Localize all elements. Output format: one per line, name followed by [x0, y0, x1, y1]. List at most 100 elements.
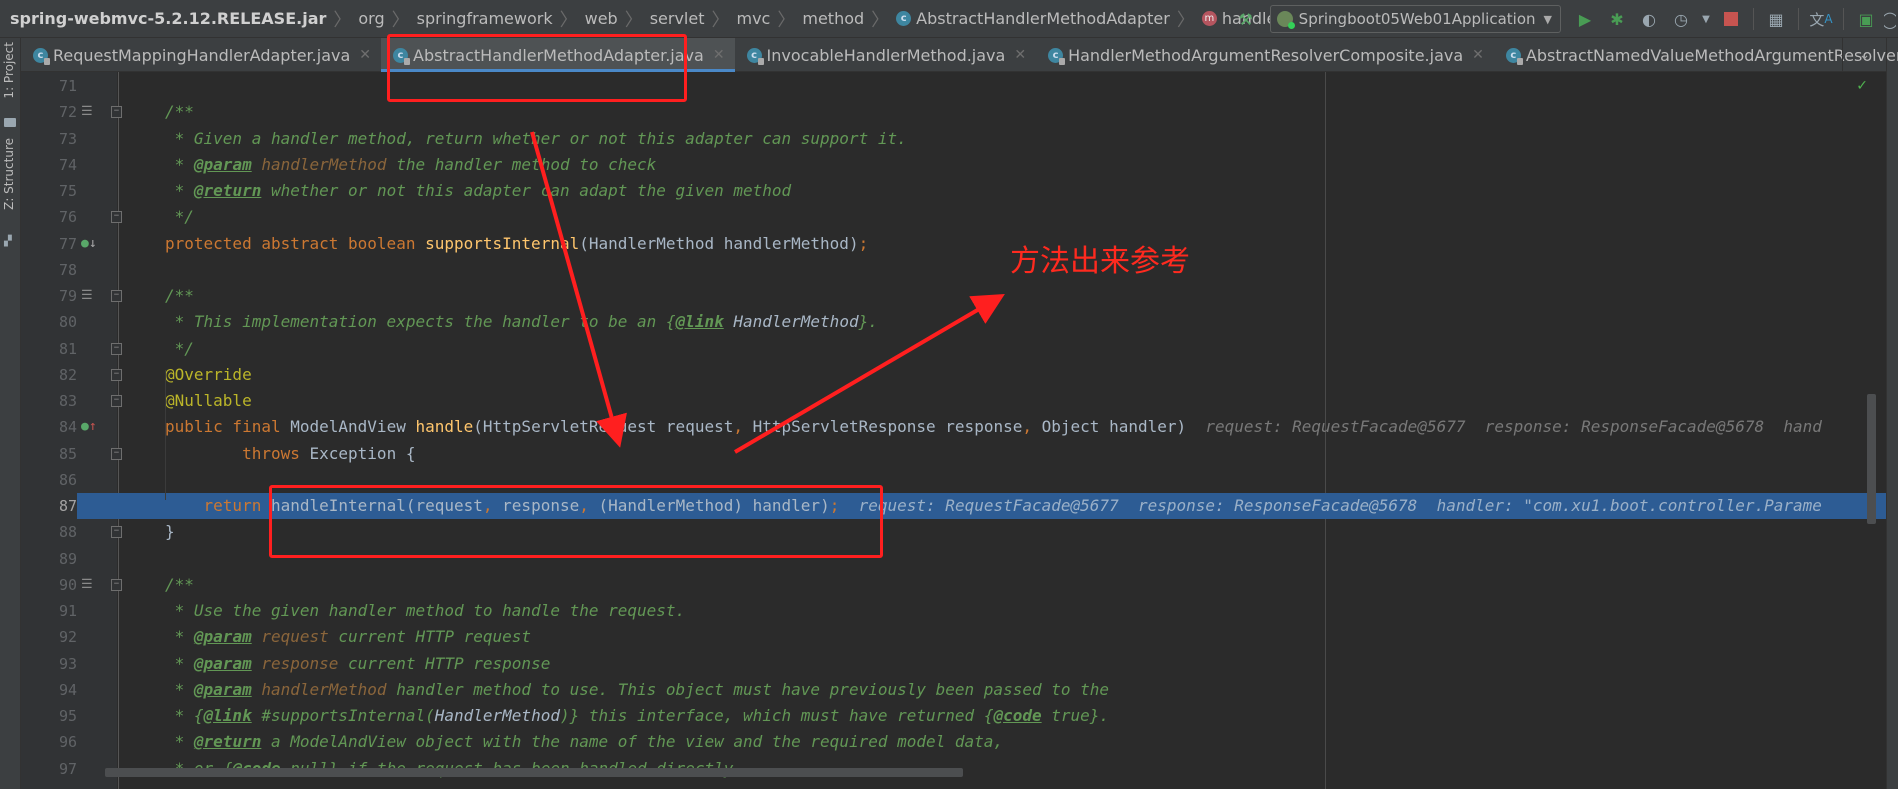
- code-line: 71: [21, 73, 1886, 99]
- translate-icon[interactable]: 文A: [1807, 5, 1835, 33]
- keyword: throws: [165, 443, 310, 463]
- structure-tool-tab[interactable]: Z: Structure: [2, 138, 16, 210]
- code-punct: ,: [579, 496, 589, 515]
- terminal-icon[interactable]: ▣: [1852, 5, 1880, 33]
- chevron-down-icon: ⌄: [1858, 47, 1871, 63]
- doc-comment: */: [165, 338, 194, 358]
- fold-marker[interactable]: −: [111, 211, 122, 224]
- profile-icon[interactable]: ◷: [1667, 5, 1695, 33]
- tab-request-mapping-handler-adapter[interactable]: c RequestMappingHandlerAdapter.java ✕: [21, 38, 381, 72]
- code-punct: ;: [829, 496, 840, 515]
- code-editor[interactable]: ✓ 71 72 ☰ −/** 73 * Given a handler method…: [21, 72, 1886, 789]
- horizontal-scrollbar[interactable]: [105, 768, 963, 777]
- doc-comment: * This implementation expects the handle…: [165, 312, 676, 332]
- folder-icon: [4, 118, 16, 127]
- search-icon[interactable]: ◯: [1884, 5, 1896, 33]
- fold-marker[interactable]: −: [111, 526, 122, 539]
- breadcrumb-org[interactable]: org: [358, 9, 384, 28]
- project-tool-tab[interactable]: 1: Project: [2, 42, 16, 99]
- doc-comment: a ModelAndView object with the name of t…: [261, 732, 1004, 752]
- fold-marker[interactable]: −: [111, 106, 122, 119]
- tab-abstract-named-value-method-argument-resolver[interactable]: c AbstractNamedValueMethodArgumentResolv…: [1494, 38, 1898, 72]
- doc-tag: @code: [993, 706, 1042, 725]
- code-line: 90 ☰ − /**: [21, 572, 1886, 598]
- chevron-down-icon[interactable]: ▼: [1699, 5, 1713, 33]
- breadcrumb-separator: 〉: [711, 9, 730, 31]
- line-number: 78: [58, 260, 77, 279]
- fold-marker[interactable]: −: [111, 342, 122, 355]
- spring-boot-icon: [1276, 11, 1295, 29]
- project-structure-icon[interactable]: ▦: [1762, 5, 1790, 33]
- fold-marker[interactable]: −: [111, 368, 122, 381]
- line-number: 80: [58, 313, 77, 332]
- doc-tag: @param: [193, 653, 252, 673]
- doc-comment: true}.: [1041, 706, 1110, 725]
- close-icon[interactable]: ✕: [1014, 47, 1026, 63]
- keyword: public final: [165, 417, 291, 437]
- code-line: 94 * @param handlerMethod handler method…: [21, 677, 1886, 703]
- tab-invocable-handler-method[interactable]: c InvocableHandlerMethod.java ✕: [735, 38, 1037, 72]
- doc-comment: */: [165, 207, 194, 227]
- fold-marker[interactable]: −: [111, 447, 122, 460]
- breadcrumb-springframework[interactable]: springframework: [417, 9, 553, 28]
- breadcrumb-separator: 〉: [391, 9, 410, 31]
- code-line: 84 ●↑ public final ModelAndView handle(Htt…: [21, 414, 1886, 440]
- code-punct: ,: [1022, 417, 1032, 437]
- breadcrumb-servlet[interactable]: servlet: [650, 9, 705, 28]
- stop-icon[interactable]: [1717, 5, 1745, 33]
- doc-comment: * {: [165, 706, 204, 725]
- doc-comment: )} this interface, which must have retur…: [559, 706, 994, 725]
- code-line: 72 ☰ − /**: [21, 99, 1886, 125]
- code-line: 78: [21, 257, 1886, 283]
- tab-abstract-handler-method-adapter[interactable]: c AbstractHandlerMethodAdapter.java ✕: [381, 38, 735, 72]
- implemented-down-icon[interactable]: ●↓: [81, 231, 97, 257]
- tab-handler-method-argument-resolver-composite[interactable]: c HandlerMethodArgumentResolverComposite…: [1036, 38, 1494, 72]
- breadcrumb-separator: 〉: [871, 9, 890, 31]
- doc-comment: * Given a handler method, return whether…: [165, 128, 907, 148]
- code-punct: ;: [858, 233, 869, 253]
- code-text: (HandlerMethod) handler): [588, 496, 830, 515]
- tab-label: RequestMappingHandlerAdapter.java: [53, 45, 351, 65]
- doc-comment: handler method to use. This object must …: [386, 679, 1110, 699]
- method-name: handle: [415, 417, 474, 437]
- doc-reference: HandlerMethod: [434, 706, 560, 725]
- doc-comment: /**: [165, 102, 194, 122]
- code-text: handleInternal(request: [270, 496, 483, 515]
- code-text: (HttpServletRequest request: [473, 417, 734, 437]
- breadcrumb-method[interactable]: method: [802, 9, 864, 28]
- run-configuration-label: Springboot05Web01Application: [1298, 10, 1536, 28]
- breadcrumb-web[interactable]: web: [585, 9, 618, 28]
- fold-marker[interactable]: −: [111, 290, 122, 302]
- vertical-scrollbar[interactable]: [1867, 394, 1876, 524]
- toolbar-divider: [1798, 8, 1799, 30]
- doc-render-icon[interactable]: ☰: [81, 572, 93, 598]
- coverage-icon[interactable]: ◐: [1635, 5, 1663, 33]
- close-icon[interactable]: ✕: [359, 47, 371, 63]
- line-number: 74: [58, 155, 77, 174]
- line-number: 88: [58, 523, 77, 542]
- line-number: 90: [58, 575, 77, 594]
- keyword: protected abstract boolean: [165, 233, 426, 253]
- tabs-overflow-button[interactable]: ⌄: [1842, 38, 1886, 72]
- close-icon[interactable]: ✕: [713, 47, 725, 63]
- close-icon[interactable]: ✕: [1472, 47, 1484, 63]
- breadcrumb-mvc[interactable]: mvc: [737, 9, 771, 28]
- doc-tag: @return: [193, 181, 262, 200]
- breadcrumb-separator: 〉: [1176, 9, 1195, 31]
- overrides-up-icon[interactable]: ●↑: [81, 414, 97, 440]
- hammer-icon[interactable]: ⚒: [1232, 5, 1260, 33]
- run-configuration-select[interactable]: Springboot05Web01Application ▼: [1269, 5, 1561, 33]
- debug-icon[interactable]: ✱: [1603, 5, 1631, 33]
- doc-render-icon[interactable]: ☰: [81, 99, 93, 125]
- breadcrumb-jar[interactable]: spring-webmvc-5.2.12.RELEASE.jar: [10, 9, 326, 28]
- chevron-down-icon: ▼: [1543, 12, 1552, 26]
- fold-marker[interactable]: −: [111, 578, 122, 591]
- line-number: 77: [58, 234, 77, 253]
- run-icon[interactable]: ▶: [1571, 5, 1599, 33]
- annotation: @Override: [165, 364, 252, 384]
- line-number: 82: [58, 365, 77, 384]
- breadcrumb-class[interactable]: c AbstractHandlerMethodAdapter: [896, 9, 1170, 28]
- code-line: 76 − */: [21, 204, 1886, 230]
- fold-marker[interactable]: −: [111, 395, 122, 407]
- doc-render-icon[interactable]: ☰: [81, 283, 93, 309]
